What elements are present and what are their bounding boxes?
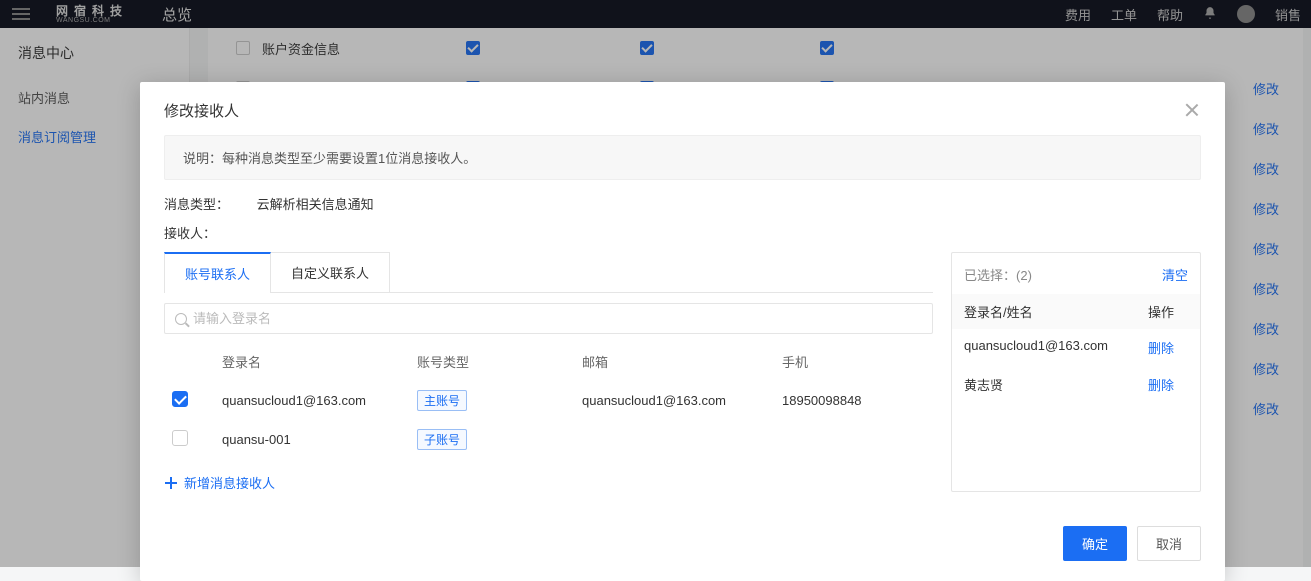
- account-type-badge: 子账号: [417, 429, 467, 450]
- contact-tabs: 账号联系人 自定义联系人: [164, 252, 933, 293]
- notice-box: 说明：每种消息类型至少需要设置1位消息接收人。: [164, 135, 1201, 180]
- th-phone: 手机: [782, 352, 925, 371]
- search-icon: [175, 313, 187, 325]
- message-type-value: 云解析相关信息通知: [257, 197, 374, 212]
- modal-header: 修改接收人: [140, 82, 1225, 135]
- selected-name: 黄志贤: [964, 375, 1148, 394]
- search-input[interactable]: [193, 311, 922, 326]
- add-recipient-button[interactable]: 新增消息接收人: [164, 473, 933, 492]
- selected-table-header: 登录名/姓名 操作: [952, 294, 1200, 329]
- delete-button[interactable]: 删除: [1148, 338, 1188, 357]
- recipients-label-row: 接收人：: [164, 223, 1201, 242]
- tab-custom-contacts[interactable]: 自定义联系人: [271, 252, 390, 293]
- row-checkbox[interactable]: [172, 430, 188, 446]
- clear-selection-button[interactable]: 清空: [1162, 265, 1188, 284]
- row-checkbox[interactable]: [172, 391, 188, 407]
- cell-email: quansucloud1@163.com: [582, 393, 782, 408]
- cell-login: quansu-001: [222, 432, 417, 447]
- message-type-row: 消息类型： 云解析相关信息通知: [164, 194, 1201, 213]
- selected-count: 已选择：(2): [964, 265, 1032, 284]
- ok-button[interactable]: 确定: [1063, 526, 1127, 561]
- tab-account-contacts[interactable]: 账号联系人: [164, 252, 271, 293]
- modify-recipient-modal: 修改接收人 说明：每种消息类型至少需要设置1位消息接收人。 消息类型： 云解析相…: [140, 82, 1225, 581]
- modal-title: 修改接收人: [164, 100, 239, 121]
- cell-login: quansucloud1@163.com: [222, 393, 417, 408]
- table-row: quansu-001子账号: [164, 420, 933, 459]
- search-wrap: [164, 303, 933, 334]
- account-type-badge: 主账号: [417, 390, 467, 411]
- contacts-table-header: 登录名 账号类型 邮箱 手机: [164, 342, 933, 381]
- modal-footer: 确定 取消: [140, 510, 1225, 581]
- add-recipient-label: 新增消息接收人: [184, 473, 275, 492]
- th-type: 账号类型: [417, 352, 582, 371]
- selected-panel: 已选择：(2) 清空 登录名/姓名 操作 quansucloud1@163.co…: [951, 252, 1201, 492]
- plus-icon: [164, 476, 178, 490]
- cancel-button[interactable]: 取消: [1137, 526, 1201, 561]
- selected-name: quansucloud1@163.com: [964, 338, 1148, 357]
- close-icon[interactable]: [1183, 102, 1201, 120]
- contacts-table: 登录名 账号类型 邮箱 手机 quansucloud1@163.com主账号qu…: [164, 342, 933, 459]
- selected-header: 已选择：(2) 清空: [952, 253, 1200, 294]
- delete-button[interactable]: 删除: [1148, 375, 1188, 394]
- message-type-label: 消息类型：: [164, 194, 229, 213]
- th-email: 邮箱: [582, 352, 782, 371]
- selected-th-op: 操作: [1148, 302, 1188, 321]
- recipients-label: 接收人：: [164, 223, 216, 242]
- selected-row: 黄志贤删除: [952, 366, 1200, 403]
- selected-th-name: 登录名/姓名: [964, 302, 1148, 321]
- cell-type: 子账号: [417, 429, 582, 450]
- selected-row: quansucloud1@163.com删除: [952, 329, 1200, 366]
- contacts-panel: 账号联系人 自定义联系人 登录名 账号类型 邮箱 手机 quansucloud: [164, 252, 933, 492]
- th-login: 登录名: [222, 352, 417, 371]
- cell-type: 主账号: [417, 390, 582, 411]
- cell-phone: 18950098848: [782, 393, 925, 408]
- modal-body: 说明：每种消息类型至少需要设置1位消息接收人。 消息类型： 云解析相关信息通知 …: [140, 135, 1225, 510]
- recipient-selector: 账号联系人 自定义联系人 登录名 账号类型 邮箱 手机 quansucloud: [164, 252, 1201, 492]
- table-row: quansucloud1@163.com主账号quansucloud1@163.…: [164, 381, 933, 420]
